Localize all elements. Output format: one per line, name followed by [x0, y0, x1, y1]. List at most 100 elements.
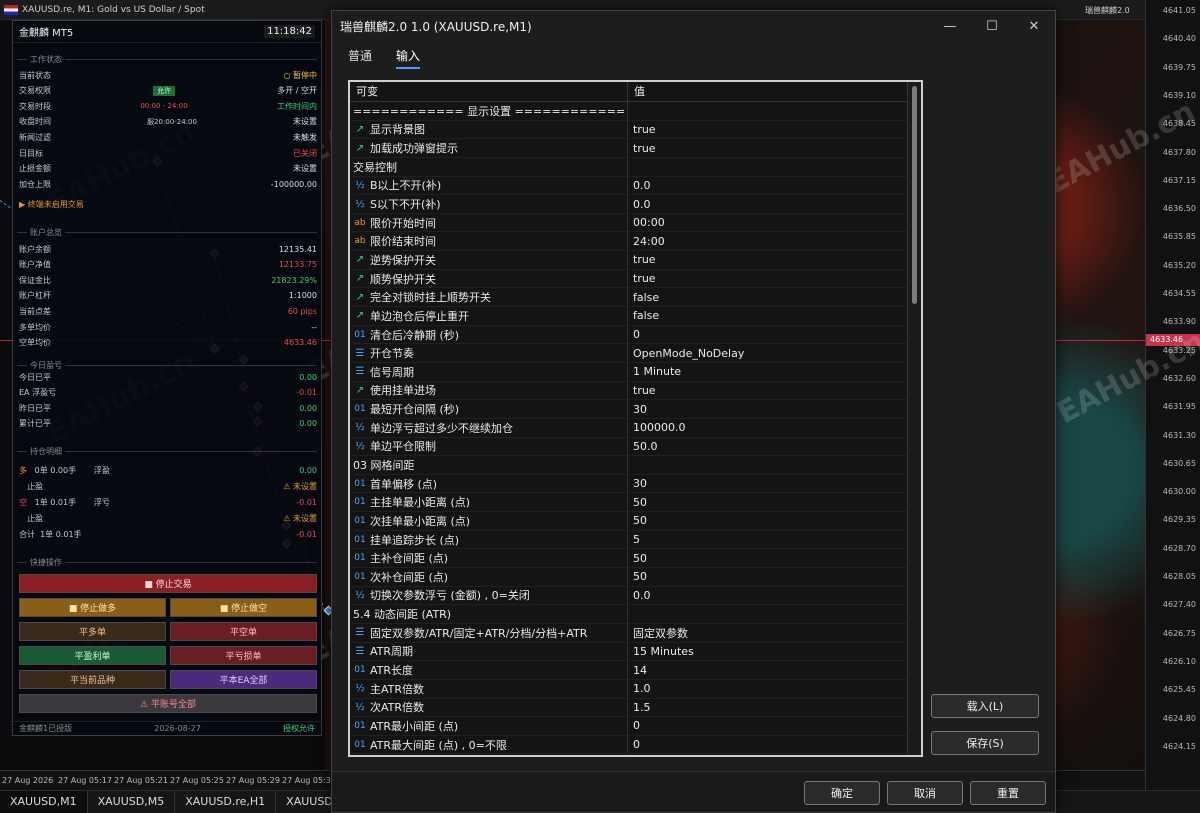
stop-trade-button[interactable]: ■ 停止交易 — [19, 574, 317, 593]
input-value-cell[interactable]: true — [628, 384, 908, 397]
input-row[interactable]: 01 挂单追踪步长 (点) 5 — [350, 530, 921, 550]
input-name-cell[interactable]: 01 首单偏移 (点) — [350, 474, 628, 493]
minimize-icon[interactable]: — — [929, 11, 971, 41]
input-value-cell[interactable]: OpenMode_NoDelay — [628, 347, 908, 360]
cancel-button[interactable]: 取消 — [887, 781, 963, 805]
input-name-cell[interactable]: ☰ 固定双参数/ATR/固定+ATR/分档/分档+ATR — [350, 623, 628, 642]
input-name-cell[interactable]: 交易控制 — [350, 157, 628, 176]
input-row[interactable]: 01 次挂单最小距离 (点) 50 — [350, 512, 921, 531]
input-name-cell[interactable]: 01 最短开仓间隔 (秒) — [350, 400, 628, 418]
close-loss-button[interactable]: 平亏损单 — [170, 646, 317, 665]
input-name-cell[interactable]: 01 清仓后冷静期 (秒) — [350, 325, 628, 344]
symbol-tab[interactable]: XAUUSD,M1 — [0, 791, 88, 813]
input-name-cell[interactable]: 01 主挂单最小距离 (点) — [350, 493, 628, 512]
input-name-cell[interactable]: 01 ATR最大间距 (点) , 0=不限 — [350, 735, 628, 754]
symbol-tab[interactable]: XAUUSD.re,H1 — [175, 791, 277, 813]
close-profit-button[interactable]: 平盈利单 — [19, 646, 166, 665]
close-short-button[interactable]: 平空单 — [170, 622, 317, 641]
input-value-cell[interactable]: 50 — [628, 496, 908, 509]
input-value-cell[interactable]: 50 — [628, 552, 908, 565]
close-long-button[interactable]: 平多单 — [19, 622, 166, 641]
input-name-cell[interactable]: ½ 次ATR倍数 — [350, 698, 628, 717]
input-value-cell[interactable]: 0 — [628, 738, 908, 751]
input-row[interactable]: ☰ 固定双参数/ATR/固定+ATR/分档/分档+ATR 固定双参数 — [350, 623, 921, 643]
input-name-cell[interactable]: ↗ 使用挂单进场 — [350, 381, 628, 400]
input-value-cell[interactable]: 50.0 — [628, 440, 908, 453]
input-name-cell[interactable]: ============ 显示设置 ============ — [350, 102, 628, 120]
symbol-tab[interactable]: XAUUSD,M5 — [88, 791, 176, 813]
input-row[interactable]: ↗ 显示背景图 true — [350, 120, 921, 140]
input-row[interactable]: 01 首单偏移 (点) 30 — [350, 474, 921, 494]
input-row[interactable]: ============ 显示设置 ============ — [350, 102, 921, 121]
input-name-cell[interactable]: 01 主补仓间距 (点) — [350, 549, 628, 568]
input-name-cell[interactable]: ☰ 信号周期 — [350, 362, 628, 381]
grid-scrollbar[interactable] — [907, 82, 921, 755]
input-value-cell[interactable]: 1 Minute — [628, 365, 908, 378]
close-current-symbol-button[interactable]: 平当前品种 — [19, 670, 166, 689]
column-value[interactable]: 值 — [628, 82, 908, 101]
input-name-cell[interactable]: ½ 单边浮亏超过多少不继续加仓 — [350, 418, 628, 437]
input-value-cell[interactable]: 50 — [628, 570, 908, 583]
input-value-cell[interactable]: 50 — [628, 514, 908, 527]
input-row[interactable]: ☰ 开仓节奏 OpenMode_NoDelay — [350, 344, 921, 363]
input-value-cell[interactable]: 0.0 — [628, 198, 908, 211]
input-name-cell[interactable]: ½ 切换次参数浮亏 (金额) , 0=关闭 — [350, 586, 628, 605]
input-row[interactable]: 01 最短开仓间隔 (秒) 30 — [350, 400, 921, 419]
input-row[interactable]: 5.4 动态间距 (ATR) — [350, 605, 921, 624]
input-value-cell[interactable]: 30 — [628, 403, 908, 416]
input-value-cell[interactable]: 1.0 — [628, 682, 908, 695]
input-row[interactable]: ↗ 单边泡仓后停止重开 false — [350, 307, 921, 326]
input-value-cell[interactable]: 固定双参数 — [628, 625, 908, 641]
input-row[interactable]: ab 限价开始时间 00:00 — [350, 213, 921, 233]
column-variable[interactable]: 可变 — [350, 82, 628, 101]
input-name-cell[interactable]: ☰ 开仓节奏 — [350, 344, 628, 362]
input-name-cell[interactable]: ☰ ATR周期 — [350, 642, 628, 661]
input-row[interactable]: ↗ 顺势保护开关 true — [350, 269, 921, 289]
input-row[interactable]: 交易控制 — [350, 157, 921, 177]
input-name-cell[interactable]: ↗ 顺势保护开关 — [350, 269, 628, 288]
scrollbar-thumb[interactable] — [912, 86, 917, 304]
input-value-cell[interactable]: true — [628, 123, 908, 136]
input-value-cell[interactable]: 14 — [628, 664, 908, 677]
input-value-cell[interactable]: false — [628, 309, 908, 322]
input-row[interactable]: 01 ATR最大间距 (点) , 0=不限 0 — [350, 735, 921, 755]
input-row[interactable]: 01 ATR长度 14 — [350, 661, 921, 680]
input-row[interactable]: ↗ 完全对锁时挂上顺势开关 false — [350, 288, 921, 308]
maximize-icon[interactable]: ☐ — [971, 11, 1013, 41]
input-name-cell[interactable]: ↗ 完全对锁时挂上顺势开关 — [350, 288, 628, 307]
input-row[interactable]: 03 网格间距 — [350, 456, 921, 475]
close-icon[interactable]: ✕ — [1013, 11, 1055, 41]
input-name-cell[interactable]: ½ 单边平仓限制 — [350, 437, 628, 456]
input-value-cell[interactable]: 1.5 — [628, 701, 908, 714]
input-name-cell[interactable]: ab 限价结束时间 — [350, 232, 628, 251]
save-button[interactable]: 保存(S) — [931, 731, 1039, 755]
reset-button[interactable]: 重置 — [970, 781, 1046, 805]
input-row[interactable]: ↗ 加载成功弹窗提示 true — [350, 139, 921, 158]
input-value-cell[interactable]: true — [628, 272, 908, 285]
input-name-cell[interactable]: ab 限价开始时间 — [350, 213, 628, 232]
price-axis[interactable]: 4641.05 4640.40 4639.75 4639.10 4638.45 4637.… — [1145, 0, 1200, 790]
input-row[interactable]: ½ 单边平仓限制 50.0 — [350, 437, 921, 457]
input-value-cell[interactable]: 0 — [628, 328, 908, 341]
input-name-cell[interactable]: 01 次挂单最小距离 (点) — [350, 512, 628, 530]
input-name-cell[interactable]: ½ 主ATR倍数 — [350, 679, 628, 698]
input-name-cell[interactable]: 01 挂单追踪步长 (点) — [350, 530, 628, 549]
input-value-cell[interactable]: 00:00 — [628, 216, 908, 229]
input-row[interactable]: ½ 切换次参数浮亏 (金额) , 0=关闭 0.0 — [350, 586, 921, 606]
input-row[interactable]: ab 限价结束时间 24:00 — [350, 232, 921, 252]
close-ea-all-button[interactable]: 平本EA全部 — [170, 670, 317, 689]
tab-common[interactable]: 普通 — [348, 47, 372, 69]
input-value-cell[interactable]: 0 — [628, 719, 908, 732]
input-value-cell[interactable]: 24:00 — [628, 235, 908, 248]
input-row[interactable]: 01 主补仓间距 (点) 50 — [350, 549, 921, 569]
input-value-cell[interactable]: 15 Minutes — [628, 645, 908, 658]
input-row[interactable]: ½ B以上不开(补) 0.0 — [350, 176, 921, 196]
input-row[interactable]: ☰ 信号周期 1 Minute — [350, 362, 921, 382]
input-value-cell[interactable]: 30 — [628, 477, 908, 490]
input-row[interactable]: ☰ ATR周期 15 Minutes — [350, 642, 921, 662]
load-button[interactable]: 载入(L) — [931, 694, 1039, 718]
input-row[interactable]: 01 ATR最小间距 (点) 0 — [350, 717, 921, 736]
input-name-cell[interactable]: ↗ 单边泡仓后停止重开 — [350, 307, 628, 325]
input-row[interactable]: ½ 次ATR倍数 1.5 — [350, 698, 921, 718]
input-name-cell[interactable]: 01 次补仓间距 (点) — [350, 568, 628, 586]
